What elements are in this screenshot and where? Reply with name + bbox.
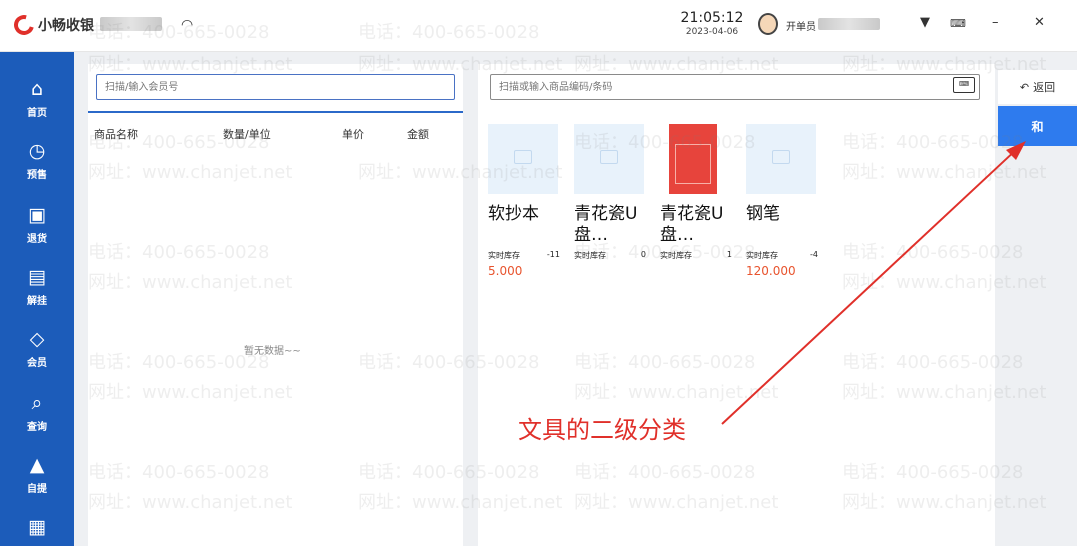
shirt-icon[interactable]: ▼ — [920, 15, 930, 30]
panel-divider — [88, 111, 463, 113]
return-arrow-icon: ↶ — [1019, 80, 1030, 94]
close-icon[interactable]: ✕ — [1034, 15, 1045, 30]
sidebar-item-pickup[interactable]: ▲ 自提 — [0, 450, 74, 510]
return-label: 返回 — [1033, 81, 1056, 94]
bag-icon: ▲ — [29, 454, 45, 476]
product-name: 青花瓷U盘… — [574, 204, 638, 245]
column-header-amount: 金额 — [407, 128, 429, 141]
sidebar-item-unhang[interactable]: ▤ 解挂 — [0, 262, 74, 322]
empty-state-text: 暂无数据~~ — [244, 346, 301, 357]
clock: 21:05:12 2023-04-06 — [676, 10, 748, 37]
operator-label: 开单员 — [786, 22, 816, 33]
stock-label: 实时库存 — [488, 251, 520, 260]
product-stock: 实时库存 0 — [574, 250, 656, 261]
minimize-icon[interactable]: – — [992, 15, 999, 30]
stock-label: 实时库存 — [660, 251, 692, 260]
sidebar-item-label: 退货 — [27, 234, 47, 245]
product-stock: 实时库存 -4 — [746, 250, 828, 261]
logo-icon — [10, 11, 38, 39]
product-card[interactable]: 钢笔 实时库存 -4 120.000 — [746, 124, 828, 294]
sidebar-item-label: 解挂 — [27, 296, 47, 307]
sidebar-item-more[interactable]: ▦ — [0, 512, 74, 546]
sidebar-item-label: 会员 — [27, 358, 47, 369]
product-search-input[interactable] — [490, 74, 980, 100]
stock-value: -4 — [810, 250, 818, 259]
stock-value: 1 — [726, 250, 732, 259]
category-column: ↶ 返回 和 — [998, 64, 1077, 546]
clock-icon: ◷ — [28, 140, 46, 162]
category-button[interactable]: 和 — [998, 106, 1077, 146]
sidebar-item-member[interactable]: ◇ 会员 — [0, 324, 74, 384]
image-placeholder-icon — [514, 150, 532, 164]
product-card[interactable]: 青花瓷U盘… 实时库存 1 — [660, 124, 742, 294]
product-image — [574, 124, 644, 194]
sidebar-item-label: 首页 — [27, 108, 47, 119]
keyboard-icon[interactable]: ⌨ — [953, 77, 975, 93]
order-panel: 商品名称 数量/单位 单价 金额 暂无数据~~ — [88, 64, 463, 546]
product-stock: 实时库存 1 — [660, 250, 742, 261]
column-header-price: 单价 — [342, 128, 364, 141]
product-name: 青花瓷U盘… — [660, 204, 724, 245]
product-name: 钢笔 — [746, 204, 780, 224]
stock-label: 实时库存 — [746, 251, 778, 260]
return-button[interactable]: ↶ 返回 — [998, 70, 1077, 104]
product-image — [488, 124, 558, 194]
product-image — [669, 124, 717, 194]
stock-value: 0 — [640, 250, 646, 259]
return-doc-icon: ▣ — [28, 204, 46, 226]
column-header-name: 商品名称 — [94, 128, 138, 141]
sidebar-item-return[interactable]: ▣ 退货 — [0, 200, 74, 260]
image-placeholder-icon — [600, 150, 618, 164]
product-price: 120.000 — [746, 264, 796, 278]
sidebar-item-query[interactable]: ⌕ 查询 — [0, 388, 74, 448]
product-name: 软抄本 — [488, 204, 539, 224]
unhang-icon: ▤ — [28, 266, 46, 288]
app-logo: 小畅收银 — [10, 11, 94, 39]
app-name: 小畅收银 — [38, 18, 94, 34]
sidebar-item-label: 预售 — [27, 170, 47, 181]
clock-date: 2023-04-06 — [685, 27, 739, 37]
blurred-operator-name — [818, 18, 880, 30]
sidebar-item-label: 查询 — [27, 422, 47, 433]
sidebar-item-label: 自提 — [27, 484, 47, 495]
diamond-icon: ◇ — [29, 328, 45, 350]
product-photo — [675, 144, 711, 184]
title-bar: 小畅收银 ◠ 21:05:12 2023-04-06 开单员 ▼ ⌨ – ✕ — [0, 0, 1077, 52]
avatar[interactable] — [758, 13, 778, 35]
stock-label: 实时库存 — [574, 251, 606, 260]
column-header-quantity: 数量/单位 — [223, 128, 271, 141]
member-input[interactable] — [96, 74, 455, 100]
category-label: 和 — [1031, 119, 1044, 134]
keyboard-icon[interactable]: ⌨ — [950, 17, 966, 30]
blurred-store-name — [100, 17, 162, 31]
search-icon: ⌕ — [31, 392, 43, 414]
clock-time: 21:05:12 — [680, 10, 744, 26]
product-price: 5.000 — [488, 264, 523, 278]
product-card[interactable]: 青花瓷U盘… 实时库存 0 — [574, 124, 656, 294]
sidebar: ⌂ 首页 ◷ 预售 ▣ 退货 ▤ 解挂 ◇ 会员 ⌕ 查询 ▲ 自提 ▦ — [0, 52, 74, 546]
image-placeholder-icon — [772, 150, 790, 164]
sidebar-item-home[interactable]: ⌂ 首页 — [0, 74, 74, 134]
stock-value: -11 — [546, 250, 560, 259]
wifi-icon: ◠ — [181, 17, 194, 33]
sidebar-item-presale[interactable]: ◷ 预售 — [0, 136, 74, 196]
product-image — [746, 124, 816, 194]
product-card[interactable]: 软抄本 实时库存 -11 5.000 — [488, 124, 570, 294]
home-icon: ⌂ — [30, 78, 44, 100]
grid-icon: ▦ — [28, 516, 46, 538]
product-stock: 实时库存 -11 — [488, 250, 570, 261]
product-panel: ⌨ 软抄本 实时库存 -11 5.000 青花瓷U盘… 实时库存 0 青花瓷U盘… … — [478, 64, 995, 546]
